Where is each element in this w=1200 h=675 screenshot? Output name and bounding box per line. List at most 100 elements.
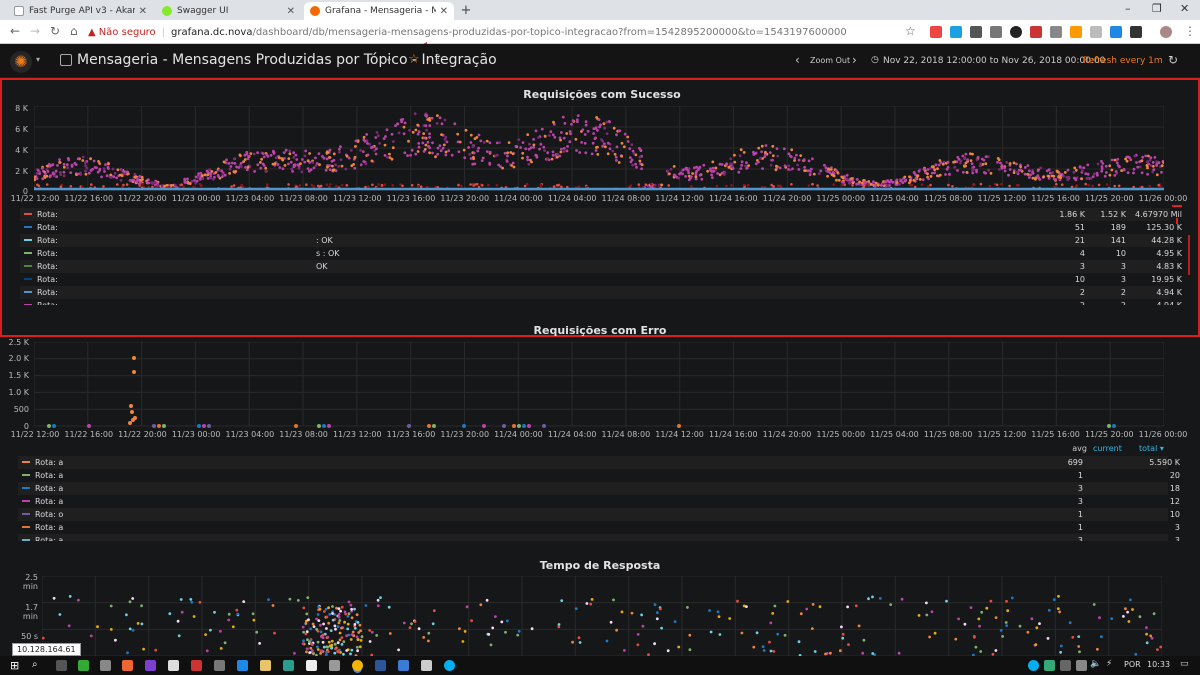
legend-row[interactable]: Rota: OK 3 3 4.83 K — [20, 260, 1182, 273]
minimize-button[interactable]: – — [1125, 2, 1131, 15]
chevron-left-icon[interactable]: ‹ — [795, 53, 800, 67]
extension-icon[interactable] — [1070, 26, 1082, 38]
data-point — [316, 645, 319, 649]
refresh-icon[interactable]: ↻ — [1168, 53, 1178, 67]
app-icon[interactable] — [283, 660, 294, 671]
notifications-icon[interactable]: ▭ — [1180, 659, 1189, 669]
home-icon[interactable]: ⌂ — [70, 24, 78, 38]
legend-row[interactable]: Rota: a 1 20 — [18, 469, 1180, 482]
app-icon[interactable] — [168, 660, 179, 671]
star-icon[interactable]: ☆ — [408, 52, 420, 67]
menu-icon[interactable]: ⋮ — [1184, 24, 1196, 38]
browser-tab-akamai[interactable]: Fast Purge API v3 - Akamai Docu ✕ — [8, 2, 153, 20]
app-icon[interactable] — [191, 660, 202, 671]
app-icon[interactable] — [421, 660, 432, 671]
volume-icon[interactable]: 🔈 — [1090, 659, 1101, 669]
extension-icon[interactable] — [1090, 26, 1102, 38]
close-tab-icon[interactable]: ✕ — [139, 6, 147, 17]
url-field[interactable]: ▲ Não seguro | grafana.dc.nova/dashboard… — [88, 23, 923, 41]
close-window-button[interactable]: ✕ — [1180, 2, 1189, 15]
legend-row[interactable]: Rota:224.94 K — [20, 299, 1182, 305]
legend-row[interactable]: Rota: a 3 18 — [18, 482, 1180, 495]
legend-row[interactable]: Rota: 51 189 125.30 K — [20, 221, 1182, 234]
bookmark-star-icon[interactable]: ☆ — [905, 24, 916, 38]
legend-row[interactable]: Rota: a 1 3 — [18, 521, 1180, 534]
data-point — [309, 627, 313, 631]
panel-title: Tempo de Resposta — [539, 559, 661, 572]
series-value: 4.94 K — [1128, 301, 1182, 305]
browser-tab-grafana[interactable]: Grafana - Mensageria - Mensage ✕ — [304, 2, 454, 20]
grafana-logo-icon[interactable]: ✺ — [10, 51, 32, 73]
extension-icon[interactable] — [1130, 26, 1142, 38]
tray-icon[interactable] — [1076, 660, 1087, 671]
new-tab-button[interactable]: + — [458, 3, 474, 19]
extension-icon[interactable] — [950, 26, 962, 38]
data-point — [325, 645, 329, 649]
close-tab-icon[interactable]: ✕ — [440, 6, 448, 17]
series-value: 10 — [1074, 275, 1085, 284]
maximize-button[interactable]: ❐ — [1152, 2, 1162, 15]
app-icon[interactable] — [122, 660, 133, 671]
extension-icon[interactable] — [990, 26, 1002, 38]
legend-row[interactable]: Rota: 10 3 19.95 K — [20, 273, 1182, 286]
close-tab-icon[interactable]: ✕ — [287, 6, 295, 17]
app-icon[interactable] — [214, 660, 225, 671]
tray-icon[interactable] — [1028, 660, 1039, 671]
data-point — [343, 610, 347, 614]
latency-graph[interactable] — [42, 576, 1162, 656]
clock-icon: ◷ — [871, 55, 879, 65]
extension-icon[interactable] — [1030, 26, 1042, 38]
clock[interactable]: 10:33 — [1147, 660, 1170, 669]
app-icon[interactable] — [306, 660, 317, 671]
share-icon[interactable]: ⇪ — [433, 52, 442, 65]
time-range-picker[interactable]: Nov 22, 2018 12:00:00 to Nov 26, 2018 00… — [883, 56, 1105, 66]
legend-row[interactable]: Rota: a 3 3 — [18, 534, 1180, 541]
chevron-right-icon[interactable]: › — [852, 53, 857, 67]
app-icon[interactable] — [100, 660, 111, 671]
legend-row[interactable]: Rota:224.94 K — [20, 286, 1182, 299]
forward-icon[interactable]: → — [30, 24, 40, 38]
chrome-icon[interactable] — [352, 660, 363, 671]
windows-start-icon[interactable]: ⊞ — [10, 659, 19, 672]
app-icon[interactable] — [398, 660, 409, 671]
legend-row[interactable]: Rota:: OK 21 141 44.28 K — [20, 234, 1182, 247]
language-indicator[interactable]: POR — [1124, 660, 1141, 669]
extension-icon[interactable] — [1110, 26, 1122, 38]
extension-icon[interactable] — [1050, 26, 1062, 38]
browser-tab-swagger[interactable]: Swagger UI ✕ — [156, 2, 301, 20]
data-point — [977, 617, 981, 621]
data-point — [1152, 612, 1156, 616]
data-point — [1131, 608, 1134, 611]
app-icon[interactable] — [78, 660, 89, 671]
app-icon[interactable] — [329, 660, 340, 671]
legend-row[interactable]: Rota: s : OK 4 10 4.95 K — [20, 247, 1182, 260]
tray-icon[interactable] — [1060, 660, 1071, 671]
zoom-out-button[interactable]: Zoom Out — [810, 56, 850, 65]
file-explorer-icon[interactable] — [260, 660, 271, 671]
reload-icon[interactable]: ↻ — [50, 24, 60, 38]
task-view-icon[interactable] — [56, 660, 67, 671]
data-point — [854, 604, 858, 608]
legend-row[interactable]: Rota: 1.86 K 1.52 K 4.67970 Mil — [20, 208, 1182, 221]
tray-icon[interactable] — [1044, 660, 1055, 671]
vscode-icon[interactable] — [237, 660, 248, 671]
extension-icon[interactable] — [1010, 26, 1022, 38]
refresh-interval[interactable]: Refresh every 1m — [1083, 56, 1163, 66]
extension-icon[interactable] — [930, 26, 942, 38]
extension-icon[interactable] — [970, 26, 982, 38]
avatar[interactable] — [1160, 26, 1172, 38]
legend-row[interactable]: Rota: a 699 5.590 K — [18, 456, 1180, 469]
back-icon[interactable]: ← — [10, 24, 20, 38]
search-icon[interactable]: ⌕ — [32, 659, 38, 670]
data-point — [273, 631, 276, 635]
skype-icon[interactable] — [444, 660, 455, 671]
caret-down-icon[interactable]: ▾ — [387, 56, 391, 65]
caret-down-icon[interactable]: ▾ — [36, 55, 40, 64]
legend-row[interactable]: Rota: a 3 12 — [18, 495, 1180, 508]
network-icon[interactable]: ⚡ — [1106, 659, 1112, 669]
legend-row[interactable]: Rota: o 1 10 — [18, 508, 1180, 521]
word-icon[interactable] — [375, 660, 386, 671]
data-point — [889, 603, 893, 606]
visual-studio-icon[interactable] — [145, 660, 156, 671]
data-point — [640, 613, 643, 617]
